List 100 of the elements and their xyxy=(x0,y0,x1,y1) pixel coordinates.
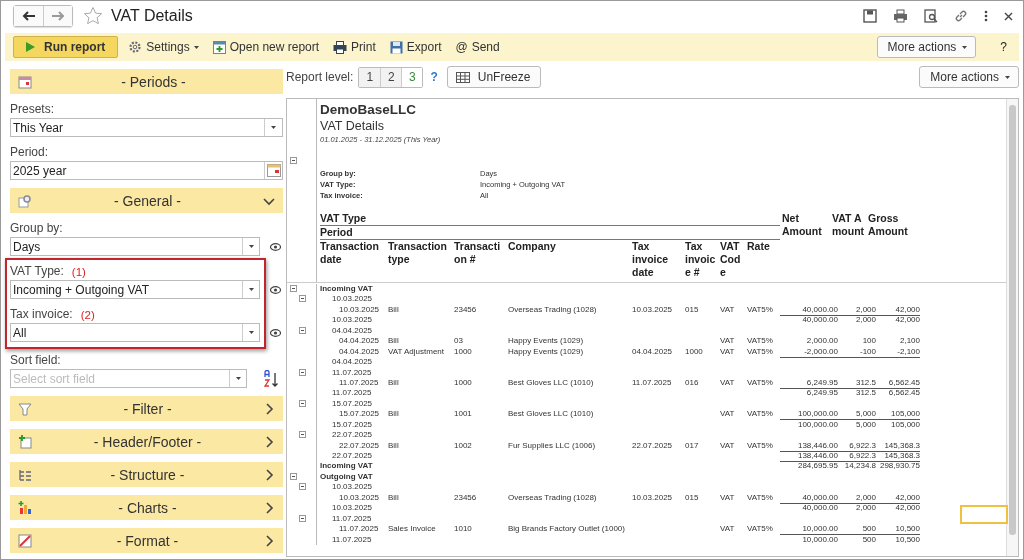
scroll-thumb[interactable] xyxy=(1009,105,1016,535)
gear-icon xyxy=(128,40,143,54)
amount-cell: 42,000 xyxy=(895,503,920,513)
table-cell: 015 xyxy=(685,304,699,314)
cell-selection xyxy=(960,505,1008,524)
print-icon[interactable] xyxy=(893,9,908,23)
table-cell: VAT Adjustment xyxy=(388,346,445,356)
dropdown-field[interactable]: Days xyxy=(10,237,260,256)
table-cell: 11.07.2025 xyxy=(339,524,379,534)
collapse-icon[interactable] xyxy=(299,326,306,334)
column-heading: VAT Code xyxy=(720,240,742,279)
section-header[interactable]: - Filter - xyxy=(10,396,283,421)
collapse-icon[interactable] xyxy=(290,285,297,292)
amount-cell: 5,000 xyxy=(855,409,876,419)
field-label: Sort field: xyxy=(10,353,61,367)
eye-icon[interactable] xyxy=(270,285,281,294)
collapse-icon[interactable] xyxy=(299,514,306,522)
unfreeze-button[interactable]: UnFreeze xyxy=(446,66,542,88)
star-icon[interactable] xyxy=(83,6,103,26)
collapse-icon[interactable] xyxy=(299,431,306,439)
field-label: Tax invoice: xyxy=(10,307,73,321)
section-header[interactable]: - Charts - xyxy=(10,495,283,520)
back-button[interactable] xyxy=(14,6,43,26)
collapse-icon[interactable] xyxy=(299,483,306,491)
section-header[interactable]: - Structure - xyxy=(10,462,283,487)
level-button[interactable]: 3 xyxy=(401,67,423,87)
link-icon[interactable] xyxy=(954,9,968,23)
amount-cell: 138,446.00 xyxy=(797,440,838,450)
period-label: 11.07.2025 xyxy=(332,513,372,523)
section-header[interactable]: - General - xyxy=(10,188,283,213)
help-button[interactable]: ? xyxy=(996,40,1011,54)
period-label: 15.07.2025 xyxy=(332,419,373,429)
amount-cell: 40,000.00 xyxy=(802,315,838,325)
table-cell: Bill xyxy=(388,440,399,450)
table-cell: VAT xyxy=(720,440,735,450)
section-header[interactable]: - Periods - xyxy=(10,69,283,94)
table-cell: 10.03.2025 xyxy=(339,304,380,314)
table-cell: 10.03.2025 xyxy=(339,492,380,502)
period-label: 04.04.2025 xyxy=(332,325,373,335)
amount-cell: 312.5 xyxy=(855,388,876,398)
table-cell: 1000 xyxy=(454,346,472,356)
amount-cell: 145,368.3 xyxy=(884,440,920,450)
save-icon[interactable] xyxy=(863,9,877,23)
period-label: 15.07.2025 xyxy=(332,398,373,408)
annotation-number: (1) xyxy=(71,266,86,278)
period-label: 10.03.2025 xyxy=(332,503,373,513)
gear-icon xyxy=(18,193,32,208)
eye-icon[interactable] xyxy=(270,242,281,251)
level-button[interactable]: 1 xyxy=(359,67,381,87)
chart-icon xyxy=(18,500,32,515)
toolbar-button[interactable]: Export xyxy=(389,40,442,54)
amount-cell: 105,000 xyxy=(891,419,920,429)
column-heading: Transaction date xyxy=(320,240,380,266)
dropdown-field[interactable]: This Year xyxy=(10,118,283,137)
printer-icon xyxy=(333,40,348,54)
table-cell: Bill xyxy=(388,304,399,314)
table-cell: VAT xyxy=(720,409,735,419)
preview-icon[interactable] xyxy=(924,9,938,23)
table-cell: VAT5% xyxy=(747,377,773,387)
amount-cell: 2,000 xyxy=(855,304,876,314)
column-heading: Rate xyxy=(747,240,771,253)
toolbar-button[interactable]: Settings xyxy=(128,40,199,54)
column-heading: Transaction # xyxy=(454,240,502,266)
table-cell: Bill xyxy=(388,377,399,387)
collapse-icon[interactable] xyxy=(299,399,306,407)
caret-icon xyxy=(193,45,199,49)
amount-cell: 100 xyxy=(862,336,876,346)
amount-cell: 100,000.00 xyxy=(797,409,838,419)
dropdown-field[interactable]: All xyxy=(10,323,260,342)
more-actions-button[interactable]: More actions xyxy=(919,66,1019,88)
amount-cell: 2,100 xyxy=(899,336,920,346)
collapse-icon[interactable] xyxy=(290,157,297,164)
table-cell: Bill xyxy=(388,336,399,346)
annotation-number: (2) xyxy=(80,309,95,321)
section-header[interactable]: - Header/Footer - xyxy=(10,429,283,454)
toolbar-button[interactable]: Print xyxy=(333,40,376,54)
scrollbar[interactable] xyxy=(1006,99,1018,556)
amount-cell: 42,000 xyxy=(895,492,920,502)
run-report-button[interactable]: Run report xyxy=(13,36,119,58)
collapse-icon[interactable] xyxy=(290,472,297,480)
close-icon[interactable] xyxy=(1004,11,1013,21)
amount-cell: 10,000.00 xyxy=(802,534,838,544)
table-cell: Best Gloves LLC (1010) xyxy=(508,409,594,419)
collapse-icon[interactable] xyxy=(299,295,306,303)
more-actions-button[interactable]: More actions xyxy=(876,36,977,58)
collapse-icon[interactable] xyxy=(299,368,306,376)
level-button[interactable]: 2 xyxy=(380,67,402,87)
caret-icon xyxy=(962,45,968,49)
more-icon[interactable] xyxy=(984,10,988,22)
sort-icon[interactable] xyxy=(263,369,279,388)
eye-icon[interactable] xyxy=(270,328,281,337)
table-cell: VAT xyxy=(720,346,735,356)
toolbar-button[interactable]: @ Send xyxy=(455,40,500,54)
dropdown-field[interactable]: Incoming + Outgoing VAT xyxy=(10,280,260,299)
table-cell: 1010 xyxy=(454,524,472,534)
help-link[interactable]: ? xyxy=(426,70,444,84)
section-header[interactable]: - Format - xyxy=(10,528,283,553)
amount-cell: 6,922.3 xyxy=(849,440,876,450)
date-field[interactable]: 2025 year xyxy=(10,161,283,180)
toolbar-button[interactable]: Open new report xyxy=(212,40,320,54)
